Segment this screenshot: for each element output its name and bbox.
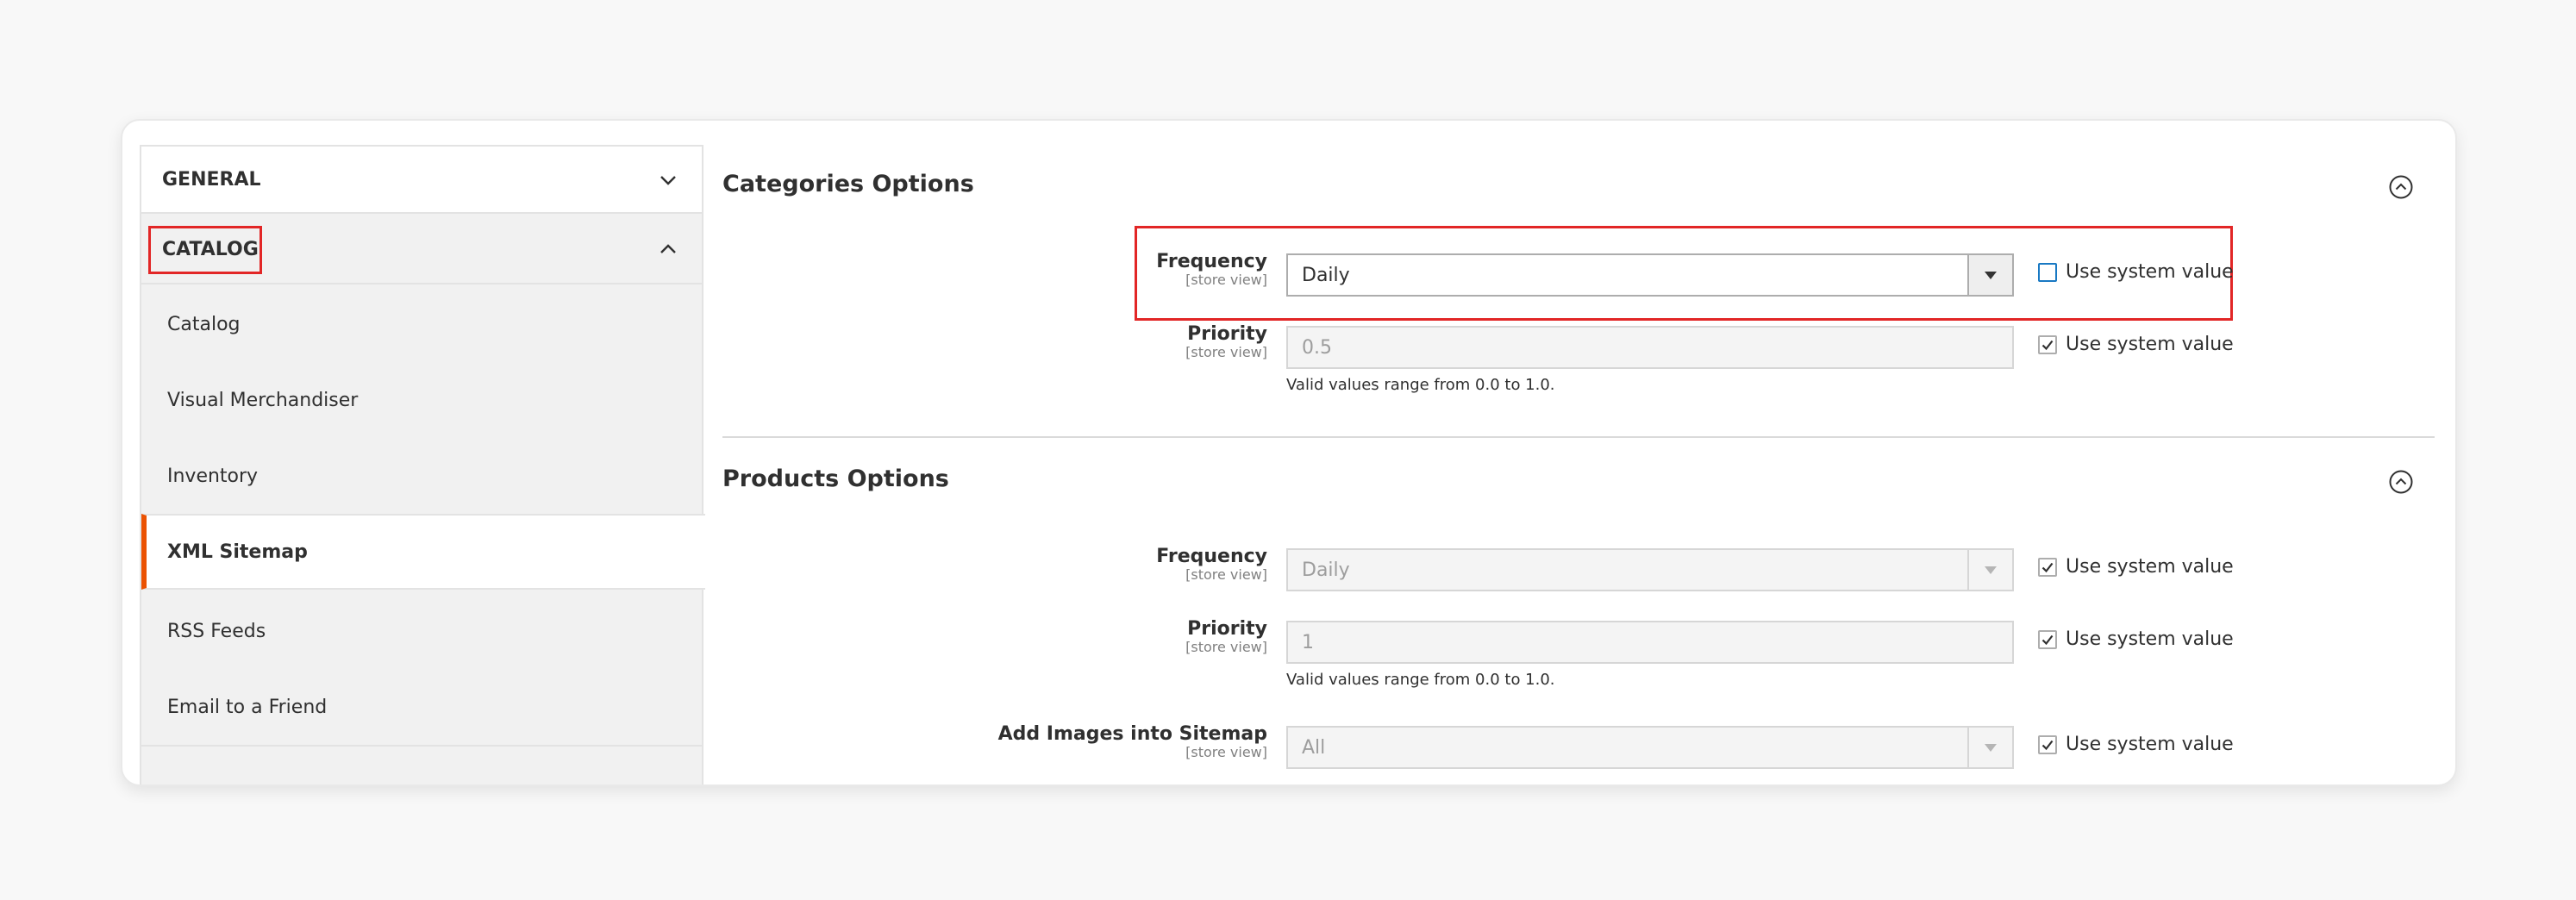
categories-priority-label: Priority [store view] (1185, 323, 1267, 360)
categories-priority-value: 0.5 (1302, 336, 1332, 359)
chevron-down-icon (660, 176, 676, 185)
products-priority-note: Valid values range from 0.0 to 1.0. (1286, 671, 1555, 689)
products-images-value: All (1302, 736, 1326, 759)
sidebar-item-catalog[interactable]: Catalog (141, 286, 702, 362)
sidebar-item-visual-merchandiser[interactable]: Visual Merchandiser (141, 362, 702, 438)
sidebar-item-xml-sitemap[interactable]: XML Sitemap (141, 514, 705, 590)
use-system-checkbox[interactable] (2038, 334, 2057, 354)
sidebar-item-label: Email to a Friend (167, 696, 328, 718)
categories-frequency-select[interactable]: Daily (1286, 253, 2014, 297)
sidebar-item-next (141, 745, 702, 784)
categories-options-title[interactable]: Categories Options (722, 171, 974, 197)
checkmark-icon (2041, 340, 2054, 350)
products-frequency-label: Frequency [store view] (1156, 546, 1267, 583)
products-priority-value: 1 (1302, 631, 1314, 653)
categories-frequency-use-system[interactable]: Use system value (2038, 261, 2234, 283)
use-system-label: Use system value (2066, 734, 2234, 755)
sidebar-tab-general-label: GENERAL (162, 168, 261, 191)
products-frequency-select[interactable]: Daily (1286, 548, 2014, 591)
use-system-label: Use system value (2066, 628, 2234, 650)
use-system-label: Use system value (2066, 334, 2234, 355)
sidebar-item-label: RSS Feeds (167, 620, 266, 642)
products-options-title[interactable]: Products Options (722, 466, 949, 492)
checkmark-icon (2041, 562, 2054, 572)
dropdown-arrow-icon (1967, 728, 2012, 767)
dropdown-arrow-icon (1967, 550, 2012, 590)
sidebar-item-label: Inventory (167, 465, 259, 487)
categories-frequency-value: Daily (1302, 264, 1350, 286)
products-images-select[interactable]: All (1286, 726, 2014, 769)
sidebar-item-inventory[interactable]: Inventory (141, 438, 702, 514)
config-panel: GENERAL CATALOG Catalog Visual Merchandi… (121, 119, 2457, 786)
chevron-up-icon (660, 244, 676, 253)
products-images-use-system[interactable]: Use system value (2038, 734, 2234, 755)
categories-priority-note: Valid values range from 0.0 to 1.0. (1286, 376, 1555, 394)
categories-priority-input[interactable]: 0.5 (1286, 326, 2014, 369)
sidebar-tab-general[interactable]: GENERAL (141, 145, 702, 214)
categories-frequency-label: Frequency [store view] (1156, 251, 1267, 288)
collapse-circle-icon[interactable] (2388, 174, 2414, 200)
checkmark-icon (2041, 634, 2054, 645)
section-divider (722, 436, 2435, 438)
products-images-label: Add Images into Sitemap [store view] (997, 723, 1267, 760)
use-system-label: Use system value (2066, 556, 2234, 578)
products-priority-input[interactable]: 1 (1286, 621, 2014, 664)
sidebar-tab-catalog-label: CATALOG (162, 238, 259, 260)
sidebar-item-rss-feeds[interactable]: RSS Feeds (141, 593, 702, 669)
sidebar-item-label: Visual Merchandiser (167, 389, 359, 411)
categories-priority-use-system[interactable]: Use system value (2038, 334, 2234, 355)
sidebar-item-email-to-a-friend[interactable]: Email to a Friend (141, 669, 702, 745)
config-sidebar: GENERAL CATALOG Catalog Visual Merchandi… (140, 145, 705, 784)
collapse-circle-icon[interactable] (2388, 469, 2414, 495)
use-system-checkbox[interactable] (2038, 557, 2057, 577)
use-system-checkbox[interactable] (2038, 734, 2057, 754)
sidebar-item-label: XML Sitemap (167, 541, 308, 563)
checkmark-icon (2041, 740, 2054, 750)
products-frequency-value: Daily (1302, 559, 1350, 581)
sidebar-tab-catalog[interactable]: CATALOG (141, 216, 702, 284)
products-frequency-use-system[interactable]: Use system value (2038, 556, 2234, 578)
products-priority-use-system[interactable]: Use system value (2038, 628, 2234, 650)
sidebar-item-label: Catalog (167, 313, 241, 335)
dropdown-arrow-icon (1967, 255, 2012, 295)
products-priority-label: Priority [store view] (1185, 618, 1267, 655)
use-system-checkbox[interactable] (2038, 262, 2057, 282)
use-system-label: Use system value (2066, 261, 2234, 283)
use-system-checkbox[interactable] (2038, 629, 2057, 649)
